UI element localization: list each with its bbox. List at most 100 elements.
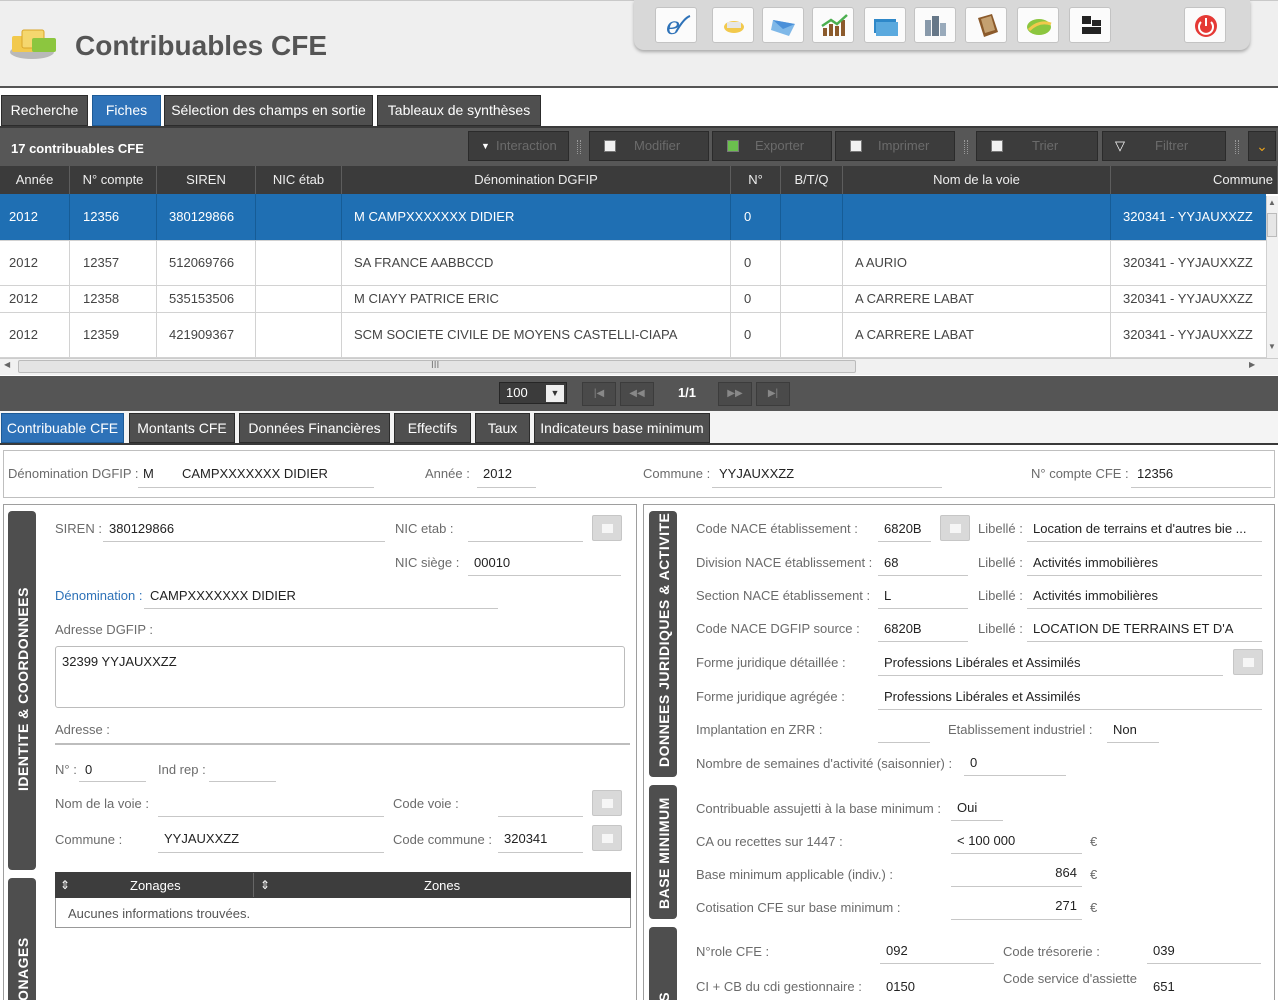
table-row[interactable]: 2012 12359 421909367 SCM SOCIETE CIVILE … [0, 313, 1266, 358]
semaines-label: Nombre de semaines d'activité (saisonnie… [696, 756, 953, 771]
forme-lookup-icon[interactable] [1233, 649, 1263, 675]
col-btq[interactable]: B/T/Q [781, 166, 843, 194]
etab-industriel-value: Non [1113, 722, 1137, 737]
growth-chart-icon[interactable] [812, 7, 854, 43]
libelle-label: Libellé : [978, 621, 1023, 636]
tab-selection-champs[interactable]: Sélection des champs en sortie [164, 95, 373, 126]
sort-icon[interactable]: ⇕ [60, 878, 70, 892]
separator [1235, 140, 1239, 154]
col-denomination[interactable]: Dénomination DGFIP [342, 166, 731, 194]
scroll-down-icon[interactable]: ▼ [1267, 342, 1277, 351]
tab-fiches[interactable]: Fiches [92, 95, 161, 126]
header-divider [0, 86, 1278, 88]
modifier-button[interactable]: Modifier [589, 131, 709, 161]
col-zonages[interactable]: Zonages [130, 878, 181, 893]
interaction-button[interactable]: ▼ Interaction [468, 131, 569, 161]
grid-menu-chevron-icon[interactable]: ⌄ [1248, 131, 1276, 161]
app-logo-icon [8, 22, 64, 62]
col-nom-voie[interactable]: Nom de la voie [843, 166, 1111, 194]
table-row[interactable]: 2012 12357 512069766 SA FRANCE AABBCCD 0… [0, 241, 1266, 286]
cotisation-value: 271 [1055, 898, 1077, 913]
denomination-link[interactable]: Dénomination : [55, 588, 142, 603]
currency-symbol: € [1090, 900, 1098, 915]
col-annee[interactable]: Année [0, 166, 70, 194]
tab-indicateurs-base-minimum[interactable]: Indicateurs base minimum [534, 413, 710, 443]
field-underline [1027, 575, 1262, 576]
field-underline [878, 575, 968, 576]
e-icon[interactable]: e [655, 7, 697, 43]
trier-button[interactable]: Trier [976, 131, 1098, 161]
sort-icon[interactable]: ⇕ [260, 878, 270, 892]
blocks-icon[interactable] [1069, 7, 1111, 43]
tab-tableaux-syntheses[interactable]: Tableaux de synthèses [377, 95, 541, 126]
col-compte[interactable]: N° compte [70, 166, 157, 194]
col-siren[interactable]: SIREN [157, 166, 256, 194]
donnees-panel [643, 504, 1275, 1000]
tab-effectifs[interactable]: Effectifs [394, 413, 471, 443]
denomination-value: CAMPXXXXXXX DIDIER [182, 466, 328, 481]
next-page-button[interactable]: ▶▶ [718, 382, 752, 406]
vertical-scroll-thumb[interactable] [1267, 213, 1277, 237]
first-page-button[interactable]: |◀ [582, 382, 616, 406]
nic-etab-lookup-icon[interactable] [592, 515, 622, 541]
nace-dgfip-label: Code NACE DGFIP source : [696, 621, 860, 636]
commune-field-label: Commune : [55, 832, 123, 847]
nic-siege-label: NIC siège : [395, 555, 460, 570]
base-applicable-value: 864 [1055, 865, 1077, 880]
field-underline [878, 675, 1223, 676]
export-icon [727, 140, 739, 152]
chevron-down-icon[interactable]: ▼ [546, 385, 564, 402]
buildings-icon[interactable] [914, 7, 956, 43]
commune-field-value: YYJAUXXZZ [164, 831, 240, 846]
imprimer-button[interactable]: Imprimer [835, 131, 955, 161]
scroll-up-icon[interactable]: ▲ [1267, 198, 1277, 207]
nace-lookup-icon[interactable] [940, 515, 970, 541]
field-underline [951, 820, 1003, 821]
card-icon[interactable] [864, 7, 906, 43]
section-nace-value: L [884, 588, 892, 603]
tab-contribuable-cfe[interactable]: Contribuable CFE [1, 413, 124, 443]
filter-icon: ▽ [1115, 138, 1125, 153]
col-nic-etab[interactable]: NIC étab [256, 166, 342, 194]
semaines-value: 0 [970, 755, 978, 770]
tab-recherche[interactable]: Recherche [1, 95, 88, 126]
libelle-value: Activités immobilières [1033, 588, 1158, 603]
field-underline [878, 709, 1262, 710]
document-icon[interactable] [965, 7, 1007, 43]
col-zones[interactable]: Zones [424, 878, 460, 893]
leaf-icon[interactable] [1017, 7, 1059, 43]
scroll-left-icon[interactable]: ◀ [4, 360, 10, 369]
commune-value: YYJAUXXZZ [719, 466, 795, 481]
last-page-button[interactable]: ▶| [756, 382, 790, 406]
libelle-label: Libellé : [978, 588, 1023, 603]
table-row[interactable]: 2012 12358 535153506 M CIAYY PATRICE ERI… [0, 286, 1266, 313]
ca-value: < 100 000 [957, 833, 1016, 848]
hand-icon[interactable] [712, 7, 754, 43]
tab-taux[interactable]: Taux [475, 413, 530, 443]
column-divider [253, 873, 254, 897]
commune-label: Commune : [643, 466, 711, 481]
col-numero[interactable]: N° [731, 166, 781, 194]
prev-page-button[interactable]: ◀◀ [620, 382, 654, 406]
field-underline [1027, 641, 1262, 642]
denomination-field: CAMPXXXXXXX DIDIER [150, 588, 296, 603]
col-commune[interactable]: Commune [1111, 166, 1278, 194]
tab-donnees-financieres[interactable]: Données Financières [239, 413, 390, 443]
exporter-button[interactable]: Exporter [712, 131, 832, 161]
envelope-icon[interactable] [762, 7, 804, 43]
adresse-dgfip-textarea[interactable]: 32399 YYJAUXXZZ [55, 646, 625, 708]
libelle-value: Location de terrains et d'autres bie ... [1033, 521, 1247, 536]
scroll-right-icon[interactable]: ▶ [1249, 360, 1255, 369]
svg-text:e: e [666, 12, 680, 40]
code-voie-lookup-icon[interactable] [592, 790, 622, 816]
table-row[interactable]: 2012 12356 380129866 M CAMPXXXXXXX DIDIE… [0, 194, 1266, 241]
code-commune-lookup-icon[interactable] [592, 825, 622, 851]
detail-tabs-divider [0, 443, 1278, 445]
libelle-value: LOCATION DE TERRAINS ET D'A [1033, 621, 1234, 636]
filtrer-button[interactable]: ▽ Filtrer [1102, 131, 1226, 161]
tab-montants-cfe[interactable]: Montants CFE [129, 413, 235, 443]
field-underline [1107, 742, 1159, 743]
power-icon[interactable] [1184, 7, 1226, 43]
annee-label: Année : [425, 466, 470, 481]
etab-industriel-label: Etablissement industriel : [948, 722, 1093, 737]
